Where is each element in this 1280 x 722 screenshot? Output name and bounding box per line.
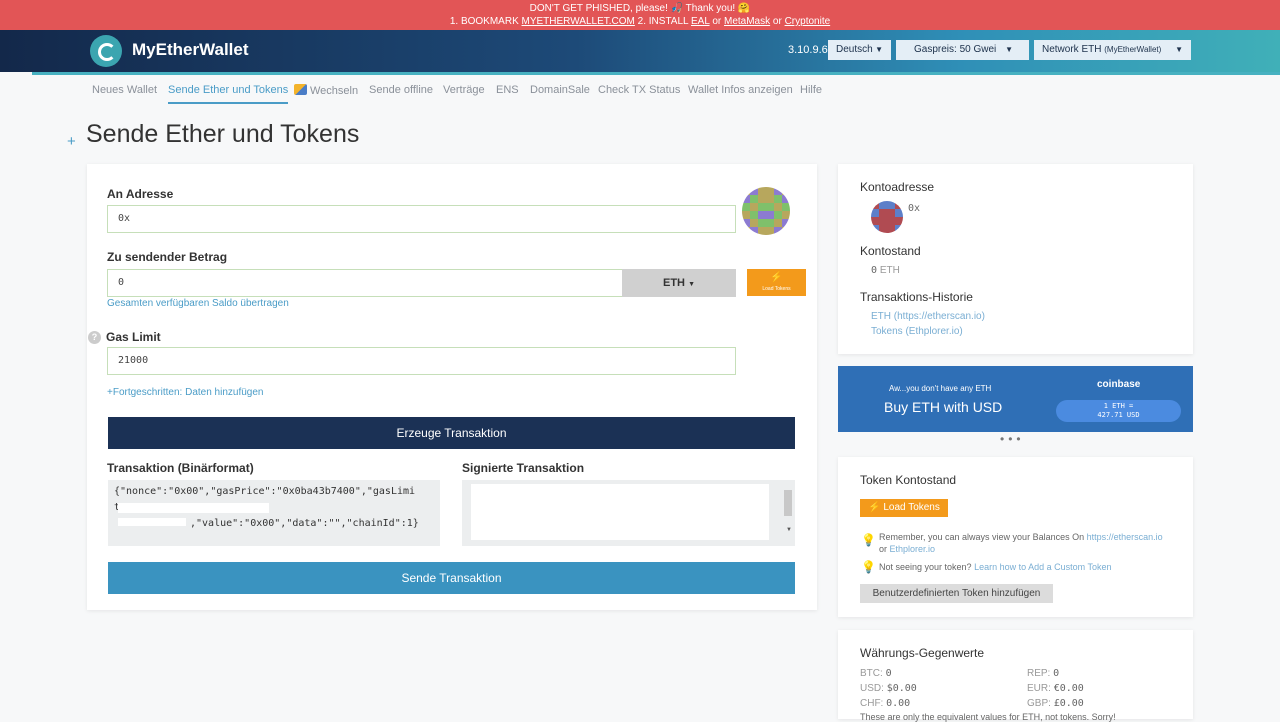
page-title: Sende Ether und Tokens — [86, 120, 360, 148]
balances-tip: Remember, you can always view your Balan… — [879, 532, 1163, 554]
metamask-link[interactable]: MetaMask — [724, 16, 770, 27]
signed-transaction-textarea[interactable]: ▼ — [462, 480, 795, 546]
network-select[interactable]: Network ETH (MyEtherWallet) ▼ — [1034, 40, 1191, 60]
chf-row: CHF: 0.00 — [860, 698, 911, 709]
tx-history-title: Transaktions-Historie — [860, 290, 973, 304]
banner-line-1: DON'T GET PHISHED, please! 🎣 Thank you! … — [529, 3, 751, 14]
currency-note: These are only the equivalent values for… — [860, 712, 1116, 722]
redacted-address-block — [118, 518, 186, 526]
amount-input[interactable]: 0 — [107, 269, 623, 297]
ethplorer-history-link[interactable]: Tokens (Ethplorer.io) — [871, 326, 963, 337]
gas-limit-input[interactable]: 21000 — [107, 347, 736, 375]
tab-send-offline[interactable]: Sende offline — [369, 84, 433, 96]
generate-transaction-button[interactable]: Erzeuge Transaktion — [108, 417, 795, 449]
account-address-title: Kontoadresse — [860, 180, 935, 194]
redacted-address-block — [118, 503, 269, 513]
eur-row: EUR: €0.00 — [1027, 683, 1084, 694]
load-tokens-button[interactable]: ⚡ Load Tokens — [860, 499, 948, 517]
ethplorer-link[interactable]: Ethplorer.io — [890, 544, 936, 554]
tab-help[interactable]: Hilfe — [800, 84, 822, 96]
rep-row: REP: 0 — [1027, 668, 1060, 679]
header-accent-strip — [32, 72, 1280, 75]
advanced-add-data-link[interactable]: +Fortgeschritten: Daten hinzufügen — [107, 387, 263, 398]
address-identicon — [742, 187, 790, 235]
banner-line-2: 1. BOOKMARK MYETHERWALLET.COM 2. INSTALL… — [449, 16, 831, 27]
raw-transaction-textarea[interactable]: {"nonce":"0x00","gasPrice":"0x0ba43b7400… — [108, 480, 440, 546]
scroll-down-icon[interactable]: ▼ — [786, 522, 792, 538]
gas-price-select[interactable]: Gaspreis: 50 Gwei ▼ — [896, 40, 1029, 60]
tab-view-wallet-info[interactable]: Wallet Infos anzeigen — [688, 84, 793, 96]
swap-icon — [294, 84, 307, 95]
chevron-down-icon: ▼ — [688, 281, 695, 288]
tab-check-tx-status[interactable]: Check TX Status — [598, 84, 680, 96]
account-identicon — [871, 201, 903, 233]
lightbulb-icon: 💡 — [861, 560, 876, 574]
plus-icon[interactable]: + — [67, 133, 76, 150]
lightning-icon: ⚡ — [770, 272, 783, 283]
tab-ens[interactable]: ENS — [496, 84, 519, 96]
eal-link[interactable]: EAL — [691, 16, 710, 27]
tab-domainsale[interactable]: DomainSale — [530, 84, 590, 96]
unit-dropdown[interactable]: ETH ▼ — [622, 269, 736, 297]
coinbase-buy-banner[interactable]: Aw...you don't have any ETH Buy ETH with… — [838, 366, 1193, 432]
etherscan-history-link[interactable]: ETH (https://etherscan.io) — [871, 311, 985, 322]
load-tokens-small-button[interactable]: ⚡ Load Tokens — [747, 269, 806, 296]
phishing-banner: DON'T GET PHISHED, please! 🎣 Thank you! … — [0, 0, 1280, 30]
token-balance-title: Token Kontostand — [860, 473, 957, 487]
chevron-down-icon: ▼ — [1005, 45, 1013, 54]
chevron-down-icon: ▼ — [1175, 45, 1183, 54]
tab-swap[interactable]: Wechseln — [294, 84, 358, 97]
scrollbar-thumb[interactable] — [784, 490, 792, 516]
balance-value: 0 ETH — [871, 265, 900, 276]
coinbase-subtitle: Aw...you don't have any ETH — [889, 384, 992, 393]
brand-name[interactable]: MyEtherWallet — [132, 40, 249, 60]
top-header: MyEtherWallet 3.10.9.6 Deutsch ▼ Gaspreis… — [0, 30, 1280, 75]
tab-new-wallet[interactable]: Neues Wallet — [92, 84, 157, 96]
tab-send-ether[interactable]: Sende Ether und Tokens — [168, 84, 289, 104]
amount-label: Zu sendender Betrag — [107, 250, 228, 264]
custom-token-tip: Not seeing your token? Learn how to Add … — [879, 562, 1112, 572]
carousel-dots[interactable]: ••• — [1000, 432, 1025, 446]
lightbulb-icon: 💡 — [861, 533, 876, 547]
coinbase-brand: coinbase — [1097, 379, 1141, 390]
add-custom-token-help-link[interactable]: Learn how to Add a Custom Token — [974, 562, 1111, 572]
mew-logo-icon[interactable] — [90, 35, 122, 67]
etherscan-link[interactable]: https://etherscan.io — [1087, 532, 1163, 542]
account-address-value: 0x — [908, 203, 921, 214]
coinbase-title: Buy ETH with USD — [884, 399, 1003, 415]
to-address-input[interactable]: 0x — [107, 205, 736, 233]
btc-row: BTC: 0 — [860, 668, 892, 679]
to-address-label: An Adresse — [107, 187, 174, 201]
gbp-row: GBP: £0.00 — [1027, 698, 1084, 709]
version-label: 3.10.9.6 — [788, 44, 828, 56]
lightning-icon: ⚡ — [868, 502, 881, 513]
add-custom-token-button[interactable]: Benutzerdefinierten Token hinzufügen — [860, 584, 1053, 603]
bookmark-link[interactable]: MYETHERWALLET.COM — [522, 16, 635, 27]
usd-row: USD: $0.00 — [860, 683, 917, 694]
eth-rate-pill: 1 ETH = 427.71 USD — [1056, 400, 1181, 422]
currency-title: Währungs-Gegenwerte — [860, 646, 985, 660]
gas-limit-label: Gas Limit — [106, 330, 161, 344]
cryptonite-link[interactable]: Cryptonite — [785, 16, 831, 27]
chevron-down-icon: ▼ — [875, 45, 883, 54]
send-entire-balance-link[interactable]: Gesamten verfügbaren Saldo übertragen — [107, 298, 289, 309]
signed-transaction-label: Signierte Transaktion — [462, 461, 585, 475]
tab-contracts[interactable]: Verträge — [443, 84, 485, 96]
balance-title: Kontostand — [860, 244, 921, 258]
language-select[interactable]: Deutsch ▼ — [828, 40, 891, 60]
help-icon[interactable]: ? — [88, 331, 101, 344]
raw-transaction-label: Transaktion (Binärformat) — [107, 461, 254, 475]
send-transaction-button[interactable]: Sende Transaktion — [108, 562, 795, 594]
